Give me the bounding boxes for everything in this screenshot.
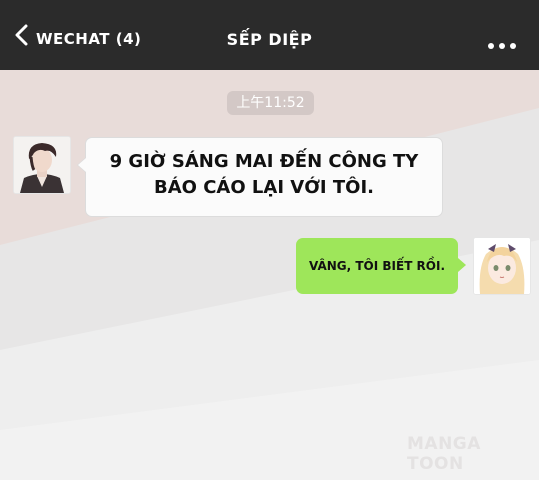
sent-message-bubble[interactable]: VÂNG, TÔI BIẾT RỒI.	[296, 238, 466, 294]
man-portrait-icon	[14, 137, 70, 193]
contact-avatar[interactable]	[13, 136, 71, 194]
message-line-2: BÁO CÁO LẠI VỚI TÔI.	[153, 177, 375, 198]
chat-screen: WECHAT (4) SẾP DIỆP 上午11:52 9 GIỜ SÁNG M…	[0, 0, 539, 480]
more-dots-icon[interactable]	[488, 34, 526, 49]
received-message-bubble[interactable]: 9 GIỜ SÁNG MAI ĐẾN CÔNG TY BÁO CÁO LẠI V…	[77, 137, 443, 217]
sent-message-text: VÂNG, TÔI BIẾT RỒI.	[308, 259, 446, 273]
chat-title: SẾP DIỆP	[226, 30, 313, 49]
girl-portrait-icon	[474, 238, 530, 294]
background-diagonal-shapes	[0, 108, 539, 480]
message-line-1: 9 GIỜ SÁNG MAI ĐẾN CÔNG TY	[109, 151, 419, 172]
watermark-logo: MANGA TOON	[407, 434, 481, 474]
user-avatar[interactable]	[473, 237, 531, 295]
message-timestamp: 上午11:52	[227, 91, 314, 115]
top-navigation-bar: WECHAT (4) SẾP DIỆP	[0, 0, 539, 70]
